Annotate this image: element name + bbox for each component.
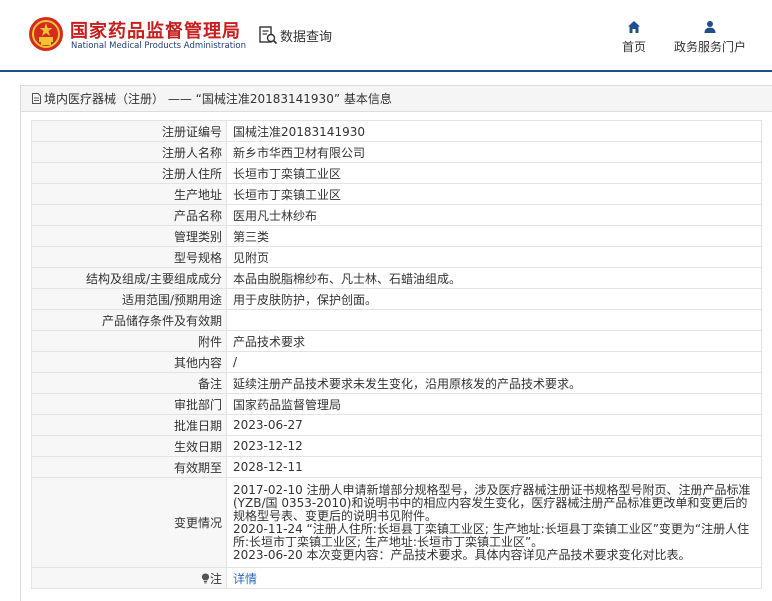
field-value: 2023-06-27 [226,414,762,436]
changes-value: 2017-02-10 注册人申请新增部分规格型号，涉及医疗器械注册证书规格型号附… [226,477,762,568]
field-label: 备注 [31,372,227,394]
field-label: 结构及组成/主要组成成分 [31,267,227,289]
table-row: 生产地址 长垣市丁栾镇工业区 [31,183,762,205]
table-row: 生效日期 2023-12-12 [31,435,762,457]
table-row: 其他内容 / [31,351,762,373]
field-value: 新乡市华西卫材有限公司 [226,141,762,163]
changes-label: 变更情况 [31,477,227,568]
table-row: 产品名称 医用凡士林纱布 [31,204,762,226]
field-label: 生产地址 [31,183,227,205]
nav-home-label: 首页 [621,40,646,54]
change-entry: 2023-06-20 本次变更内容：产品技术要求。具体内容详见产品技术要求变化对… [233,547,691,562]
field-value: 见附页 [226,246,762,268]
field-label: 产品储存条件及有效期 [31,309,227,331]
note-label: 注 [209,571,222,586]
field-value: 医用凡士林纱布 [226,204,762,226]
field-label: 注册证编号 [31,120,227,142]
note-value: 详情 [226,567,762,589]
site-name-cn[interactable]: 国家药品监督管理局 [70,17,241,43]
nav-portal-label: 政务服务门户 [673,40,746,54]
table-row: 审批部门 国家药品监督管理局 [31,393,762,415]
table-row-changes: 变更情况 2017-02-10 注册人申请新增部分规格型号，涉及医疗器械注册证书… [31,477,762,568]
change-entry: 2017-02-10 注册人申请新增部分规格型号，涉及医疗器械注册证书规格型号附… [233,482,751,523]
document-icon [32,93,41,104]
field-label: 生效日期 [31,435,227,457]
table-row: 备注 延续注册产品技术要求未发生变化，沿用原核发的产品技术要求。 [31,372,762,394]
field-value: 长垣市丁栾镇工业区 [226,183,762,205]
field-value: 产品技术要求 [226,330,762,352]
field-label: 有效期至 [31,456,227,478]
field-value: 用于皮肤防护，保护创面。 [226,288,762,310]
table-row: 结构及组成/主要组成成分 本品由脱脂棉纱布、凡士林、石蜡油组成。 [31,267,762,289]
user-icon [704,21,716,33]
table-row: 适用范围/预期用途 用于皮肤防护，保护创面。 [31,288,762,310]
panel-title-bar: 境内医疗器械（注册） —— “国械注准20183141930” 基本信息 [21,86,772,112]
data-query-link[interactable]: 数据查询 [258,25,332,45]
field-label: 附件 [31,330,227,352]
field-label: 注册人住所 [31,162,227,184]
field-label: 注册人名称 [31,141,227,163]
change-entry: 2020-11-24 “注册人住所:长垣县丁栾镇工业区; 生产地址:长垣县丁栾镇… [233,521,750,549]
table-row: 注册人名称 新乡市华西卫材有限公司 [31,141,762,163]
field-label: 适用范围/预期用途 [31,288,227,310]
table-row: 附件 产品技术要求 [31,330,762,352]
field-label: 批准日期 [31,414,227,436]
field-label: 其他内容 [31,351,227,373]
field-value: 长垣市丁栾镇工业区 [226,162,762,184]
national-emblem-icon[interactable] [28,16,64,52]
nav-service-portal[interactable]: 政务服务门户 [670,20,750,55]
site-header: 国家药品监督管理局 National Medical Products Admi… [0,0,772,72]
field-label: 审批部门 [31,393,227,415]
note-label-cell: 注 [31,567,227,589]
field-value [226,309,762,331]
nav-home[interactable]: 首页 [619,20,649,55]
field-value: 国家药品监督管理局 [226,393,762,415]
table-row: 产品储存条件及有效期 [31,309,762,331]
details-link[interactable]: 详情 [233,572,257,586]
site-name-en: National Medical Products Administration [71,41,246,51]
data-query-label: 数据查询 [280,29,333,45]
field-value: 延续注册产品技术要求未发生变化，沿用原核发的产品技术要求。 [226,372,762,394]
table-row: 批准日期 2023-06-27 [31,414,762,436]
table-row-note: 注 详情 [31,567,762,589]
field-value: 本品由脱脂棉纱布、凡士林、石蜡油组成。 [226,267,762,289]
field-value: 第三类 [226,225,762,247]
field-label: 管理类别 [31,225,227,247]
field-value: 2023-12-12 [226,435,762,457]
field-value: / [226,351,762,373]
lightbulb-icon [201,573,210,583]
field-label: 型号规格 [31,246,227,268]
field-label: 产品名称 [31,204,227,226]
detail-table: 注册证编号 国械注准20183141930 注册人名称 新乡市华西卫材有限公司 注册… [31,120,762,589]
field-value: 2028-12-11 [226,456,762,478]
table-row: 有效期至 2028-12-11 [31,456,762,478]
table-row: 型号规格 见附页 [31,246,762,268]
panel-title: 境内医疗器械（注册） —— “国械注准20183141930” 基本信息 [44,91,392,106]
table-row: 注册人住所 长垣市丁栾镇工业区 [31,162,762,184]
home-icon [628,21,640,33]
table-row: 注册证编号 国械注准20183141930 [31,120,762,142]
search-document-icon [259,26,278,45]
detail-panel: 境内医疗器械（注册） —— “国械注准20183141930” 基本信息 注册证… [20,85,772,601]
field-value: 国械注准20183141930 [226,120,762,142]
table-row: 管理类别 第三类 [31,225,762,247]
